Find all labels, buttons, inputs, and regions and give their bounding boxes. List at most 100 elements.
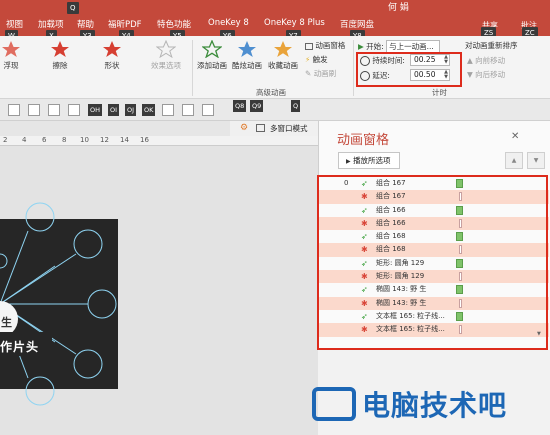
quick-button[interactable] <box>8 104 20 116</box>
close-icon[interactable]: ✕ <box>511 131 519 142</box>
pane-icon <box>305 42 313 50</box>
animation-painter-button[interactable]: ✎ 动画刷 <box>305 68 336 79</box>
keytip: Q <box>67 2 79 14</box>
add-star-icon <box>201 39 223 59</box>
quick-button[interactable] <box>182 104 194 116</box>
divider <box>353 40 354 96</box>
play-icon: ▶ <box>346 158 351 165</box>
ruler-mark: 14 <box>120 136 129 144</box>
menu-onekey8-plus[interactable]: OneKey 8 Plus <box>264 18 325 28</box>
play-selected-button[interactable]: ▶ 播放所选项 <box>338 152 400 169</box>
multi-window-mode[interactable]: 多窗口模式 <box>270 123 308 134</box>
slide-canvas[interactable]: 生 作片头 <box>0 146 318 435</box>
move-down-button[interactable]: ▼ <box>527 152 545 169</box>
move-later-button[interactable]: ▼ 向后移动 <box>467 69 505 80</box>
keytip: Q9 <box>250 100 264 112</box>
ruler-mark: 16 <box>140 136 149 144</box>
ruler-mark: 10 <box>80 136 89 144</box>
trigger-label: 触发 <box>312 55 328 64</box>
animation-list-highlight-box <box>317 175 548 350</box>
user-name[interactable]: 何 娟 <box>388 0 409 13</box>
star-icon <box>103 41 121 57</box>
move-later-label: 向后移动 <box>475 70 506 79</box>
ruler-mark: 12 <box>100 136 109 144</box>
menu-baidu-netdisk[interactable]: 百度网盘 <box>340 18 374 30</box>
animation-painter-label: 动画刷 <box>313 69 337 78</box>
move-earlier-label: 向前移动 <box>475 56 506 65</box>
keytip: OH <box>88 104 103 116</box>
ruler-mark: 8 <box>62 136 67 144</box>
ruler: 2 4 6 8 10 12 14 16 <box>0 136 318 146</box>
move-up-button[interactable]: ▲ <box>505 152 523 169</box>
chevron-up-icon: ▲ <box>511 157 517 164</box>
gear-icon[interactable]: ⚙ <box>240 123 248 133</box>
window-icon <box>256 124 265 132</box>
quick-button[interactable] <box>162 104 174 116</box>
slide-graphic <box>0 202 118 406</box>
effect-label: 擦除 <box>52 61 68 70</box>
animation-pane-label: 动画窗格 <box>315 41 346 50</box>
ribbon: 浮现 擦除 形状 效果选项 添加动画 酷炫动画 收藏动画 动画窗格 ⚡ 触发 ✎… <box>0 36 550 99</box>
ruler-mark: 6 <box>42 136 47 144</box>
quick-access-row: OH OI OJ OK Q8 Q9 Q <box>0 99 550 121</box>
add-animation-button[interactable]: 添加动画 <box>196 39 228 71</box>
favorite-animation-button[interactable]: 收藏动画 <box>266 40 300 71</box>
cool-animation-button[interactable]: 酷炫动画 <box>231 40 263 71</box>
start-label: 开始: <box>366 42 384 51</box>
trigger-button[interactable]: ⚡ 触发 <box>305 54 328 65</box>
effect-label: 浮现 <box>3 61 19 70</box>
play-selected-label: 播放所选项 <box>353 156 391 165</box>
star-icon <box>51 41 69 57</box>
quick-button[interactable] <box>28 104 40 116</box>
chevron-down-icon: ▼ <box>533 157 539 164</box>
ruler-mark: 4 <box>22 136 27 144</box>
favorite-icon <box>274 41 292 57</box>
view-toolbar: ⚙ 多窗口模式 <box>230 121 318 136</box>
brush-icon: ✎ <box>305 69 312 78</box>
cool-animation-label: 酷炫动画 <box>232 61 262 70</box>
arrow-down-icon: ▼ <box>467 70 473 79</box>
watermark-logo-icon <box>312 387 356 421</box>
quick-button[interactable] <box>48 104 60 116</box>
effect-options-button[interactable]: 效果选项 <box>146 39 186 71</box>
keytip: Q8 <box>233 100 247 112</box>
slide-title-text: 作片头 <box>0 340 40 354</box>
slide-badge-text: 生 <box>1 316 12 329</box>
star-outline-icon <box>155 39 177 59</box>
ruler-mark: 2 <box>3 136 8 144</box>
keytip: Q <box>291 100 301 112</box>
play-icon: ▶ <box>358 42 364 51</box>
group-advanced-animation: 高级动画 <box>256 88 286 97</box>
quick-button[interactable] <box>202 104 214 116</box>
menu-features[interactable]: 特色功能 <box>157 18 191 30</box>
sparkle-icon <box>238 41 256 57</box>
effect-shape[interactable]: 形状 <box>100 40 124 71</box>
reorder-title: 对动画重新排序 <box>465 41 518 50</box>
timing-highlight-box <box>356 52 462 87</box>
keytip: OJ <box>125 104 137 116</box>
effect-wipe[interactable]: 擦除 <box>48 40 72 71</box>
keytip: OK <box>142 104 156 116</box>
title-bar: 何 娟 Q 视图 加载项 帮助 福昕PDF 特色功能 OneKey 8 OneK… <box>0 0 550 42</box>
effect-label: 形状 <box>104 61 120 70</box>
menu-onekey8[interactable]: OneKey 8 <box>208 18 249 28</box>
menu-foxit-pdf[interactable]: 福昕PDF <box>108 18 142 30</box>
favorite-animation-label: 收藏动画 <box>268 61 298 70</box>
add-animation-label: 添加动画 <box>197 61 227 70</box>
menu-view[interactable]: 视图 <box>6 18 23 30</box>
keytip: OI <box>108 104 120 116</box>
lightning-icon: ⚡ <box>305 55 311 64</box>
group-timing: 计时 <box>432 88 447 97</box>
animation-pane-button[interactable]: 动画窗格 <box>305 40 345 51</box>
quick-button[interactable] <box>68 104 80 116</box>
menu-addins[interactable]: 加载项 <box>38 18 64 30</box>
star-icon <box>2 41 20 57</box>
arrow-up-icon: ▲ <box>467 56 473 65</box>
menu-help[interactable]: 帮助 <box>77 18 94 30</box>
effect-options-label: 效果选项 <box>151 61 181 70</box>
watermark-text: 电脑技术吧 <box>362 389 508 422</box>
move-earlier-button[interactable]: ▲ 向前移动 <box>467 55 505 66</box>
pane-title: 动画窗格 <box>337 133 390 148</box>
divider <box>192 40 193 96</box>
effect-float-in[interactable]: 浮现 <box>0 40 22 71</box>
